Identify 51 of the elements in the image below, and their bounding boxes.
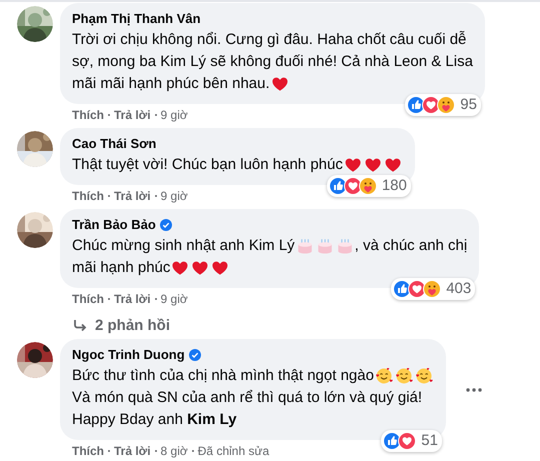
comment-text: Happy Bday anh Kim Ly — [72, 410, 237, 430]
timestamp[interactable]: 9 giờ — [160, 188, 188, 204]
heart-icon — [211, 259, 230, 277]
comment-text: mãi hạnh phúc — [72, 258, 170, 278]
author-name[interactable]: Cao Thái Sơn — [72, 135, 156, 152]
cake-icon — [336, 237, 354, 255]
reply-link[interactable]: Trả lời — [114, 443, 151, 459]
love-reaction-icon — [398, 432, 416, 450]
edited-label: Đã chỉnh sửa — [198, 443, 270, 459]
smiling-face-icon — [374, 367, 393, 385]
author-name[interactable]: Phạm Thị Thanh Vân — [72, 10, 201, 27]
timestamp[interactable]: 8 giờ — [160, 443, 188, 459]
comment-text: mãi mãi hạnh phúc bên nhau. — [72, 74, 270, 94]
reply-link[interactable]: Trả lời — [114, 107, 151, 123]
comment-text: Trời ơi chịu không nổi. Cưng gì đâu. Haha chốt câu cuối dễ — [72, 30, 466, 50]
reaction-summary[interactable]: 180 — [326, 175, 411, 197]
reaction-summary[interactable]: 51 — [381, 430, 442, 452]
author-name[interactable]: Trần Bảo Bảo — [72, 216, 156, 233]
comment-text: Bức thư tình của chị nhà mình thật ngọt ngào — [72, 366, 374, 386]
care-reaction-icon — [358, 177, 377, 195]
like-link[interactable]: Thích — [72, 443, 104, 459]
like-link[interactable]: Thích — [72, 291, 104, 307]
reaction-summary[interactable]: 95 — [405, 94, 481, 116]
view-replies-link[interactable]: 2 phản hồi — [95, 317, 170, 334]
more-icon[interactable] — [466, 388, 482, 392]
heart-icon — [270, 75, 289, 93]
cake-icon — [316, 237, 334, 255]
reply-link[interactable]: Trả lời — [114, 188, 151, 204]
reply-link[interactable]: Trả lời — [114, 291, 151, 307]
smiling-face-icon — [394, 367, 413, 385]
comment-text: sợ, mong ba Kim Lý sẽ không đuối nhé! Cả nhà Leon & Lisa — [72, 52, 473, 72]
reaction-summary[interactable]: 403 — [391, 278, 476, 300]
like-link[interactable]: Thích — [72, 107, 104, 123]
reply-arrow-icon — [73, 320, 87, 332]
author-name[interactable]: Ngoc Trinh Duong — [72, 346, 185, 363]
heart-icon — [384, 156, 402, 174]
heart-icon — [171, 259, 190, 277]
comment-text: Chúc mừng sinh nhật anh Kim Lý — [72, 236, 295, 256]
care-reaction-icon — [437, 96, 456, 114]
timestamp[interactable]: 9 giờ — [160, 291, 188, 307]
heart-icon — [191, 259, 210, 277]
heart-icon — [344, 156, 362, 174]
care-reaction-icon — [423, 280, 442, 298]
cake-icon — [296, 237, 314, 255]
smiling-face-icon — [414, 367, 433, 385]
comment-text: , và chúc anh chị — [354, 236, 468, 256]
heart-icon — [364, 156, 382, 174]
comment-text: Thật tuyệt vời! Chúc bạn luôn hạnh phúc — [72, 155, 343, 175]
timestamp[interactable]: 9 giờ — [160, 107, 188, 123]
comment-text: Và món quà SN của anh rể thì quá to lớn và quý giá! — [72, 388, 422, 408]
like-link[interactable]: Thích — [72, 188, 104, 204]
